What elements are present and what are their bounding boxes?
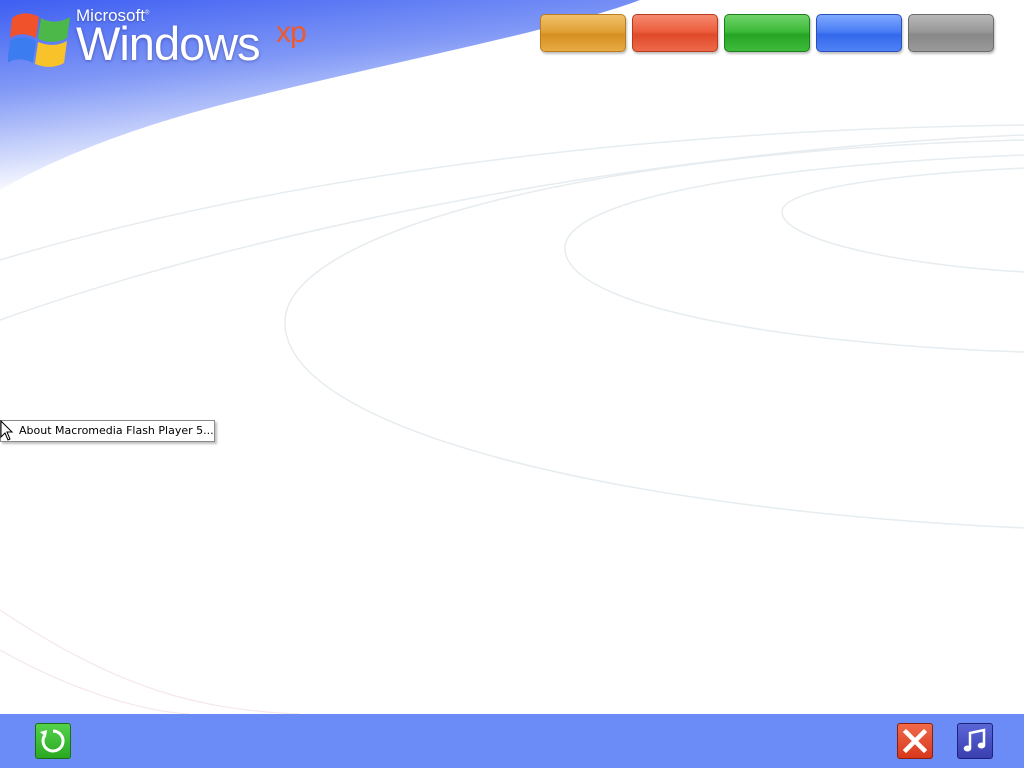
gray-button[interactable] (908, 14, 994, 52)
blue-button[interactable] (816, 14, 902, 52)
close-button[interactable] (897, 723, 933, 759)
close-icon (902, 728, 928, 754)
red-button[interactable] (632, 14, 718, 52)
bottom-bar (0, 714, 1024, 768)
logo-xp-text: xp (276, 16, 307, 49)
mouse-cursor-icon (0, 420, 14, 441)
background-swirl (0, 0, 1024, 768)
music-note-icon (963, 728, 986, 752)
music-button[interactable] (957, 723, 993, 759)
logo-windows-text: Windows (76, 17, 261, 70)
windows-xp-logo: Microsoft® Windows xp (6, 6, 326, 70)
green-button[interactable] (724, 14, 810, 52)
windows-flag-icon (8, 13, 70, 67)
orange-button[interactable] (540, 14, 626, 52)
replay-icon (40, 729, 65, 753)
xp-tour-screen: Microsoft® Windows xp About Macromedia F… (0, 0, 1024, 768)
context-menu: About Macromedia Flash Player 5... (0, 420, 215, 442)
about-flash-player-menu-item[interactable]: About Macromedia Flash Player 5... (19, 424, 214, 437)
replay-button[interactable] (35, 723, 71, 759)
